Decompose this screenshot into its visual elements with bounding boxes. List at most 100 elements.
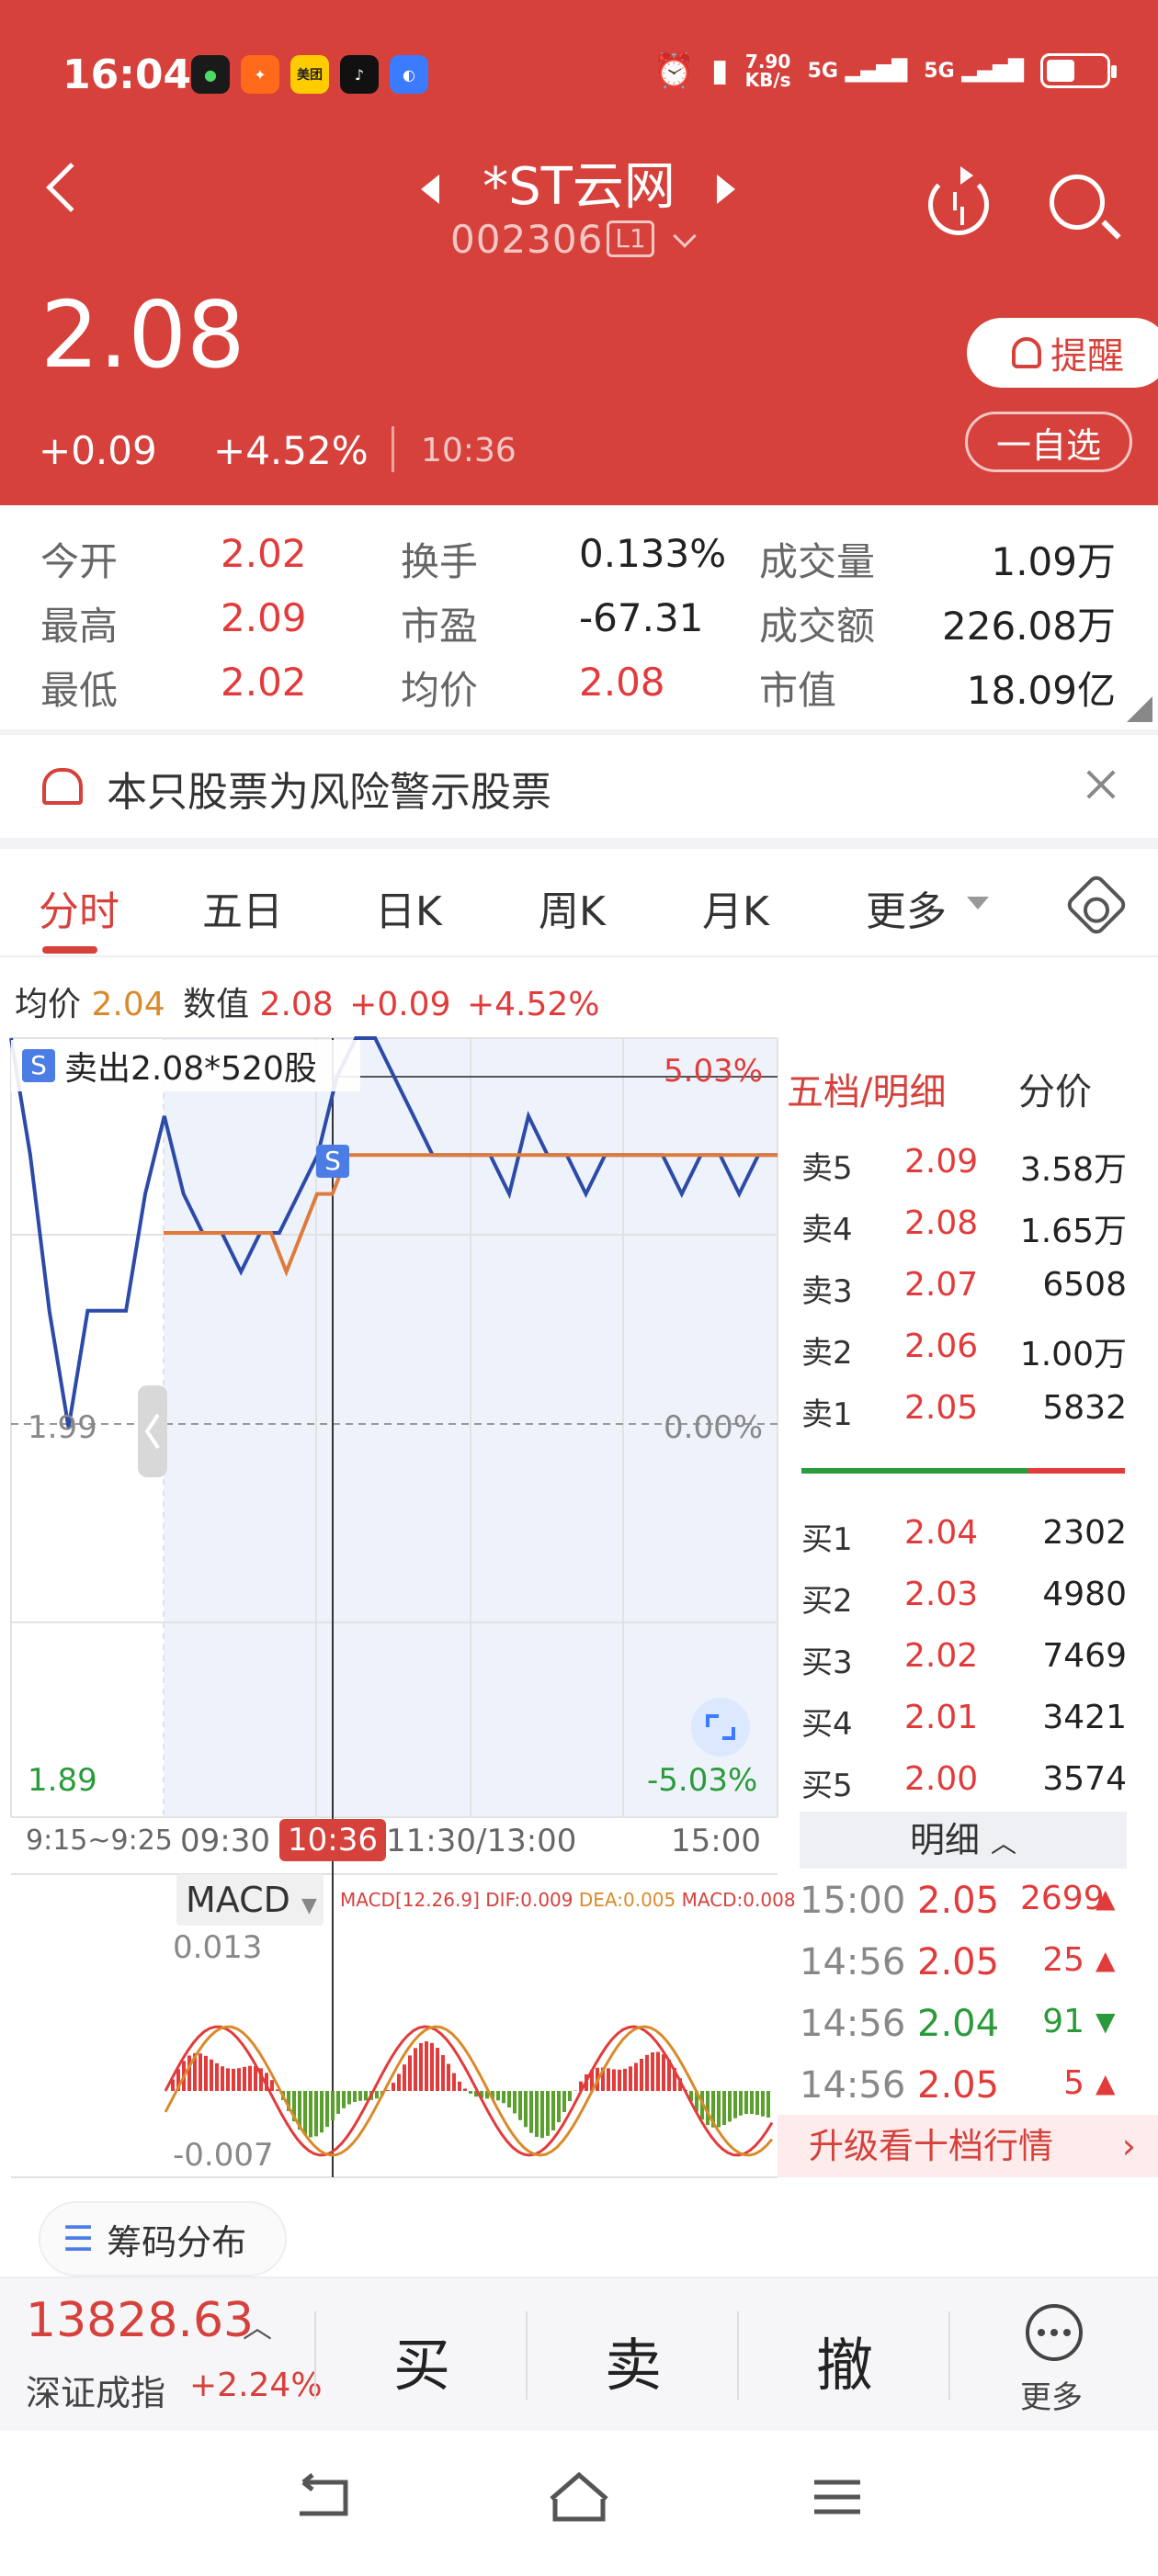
bid-row-volume: 3574	[943, 1760, 1127, 1798]
detail-label: 明细	[910, 1820, 980, 1860]
macd-bar	[430, 2043, 434, 2091]
macd-bar	[243, 2067, 246, 2091]
macd-bar	[270, 2080, 274, 2091]
more-icon[interactable]	[1026, 2304, 1083, 2361]
expand-corner-icon[interactable]	[1127, 696, 1152, 722]
tab-more[interactable]: 更多	[866, 878, 947, 937]
vibrate-icon: ▮	[711, 52, 729, 89]
nav-icons	[0, 2431, 1158, 2572]
macd-bar	[325, 2091, 329, 2127]
divider	[314, 2311, 316, 2400]
search-icon[interactable]	[1050, 175, 1105, 230]
menu-nav-icon[interactable]	[814, 2482, 860, 2512]
bid-row-label: 买4	[801, 1699, 853, 1744]
macd-bar	[215, 2063, 219, 2091]
bid-row-volume: 4980	[943, 1576, 1127, 1613]
detail-price: 2.04	[917, 2003, 999, 2045]
macd-chart	[165, 2027, 772, 2155]
ask-row-volume: 3.58万	[943, 1143, 1127, 1191]
detail-header[interactable]: 明细 ︿	[800, 1812, 1127, 1869]
macd-bar	[728, 2091, 732, 2121]
macd-bar	[535, 2091, 539, 2137]
tab-monthly-k[interactable]: 月K	[702, 878, 769, 937]
detail-volume: 91	[1020, 2003, 1084, 2040]
macd-bar	[392, 2083, 395, 2091]
x-tick: 15:00	[671, 1823, 761, 1859]
stat-label: 成交量	[759, 531, 875, 587]
dropdown-icon[interactable]	[967, 897, 989, 910]
index-value[interactable]: 13828.63	[26, 2293, 254, 2348]
macd-params-text: MACD[12.26.9]	[340, 1889, 480, 1911]
val-pct: +4.52%	[467, 986, 600, 1023]
tab-five-day[interactable]: 五日	[202, 878, 283, 937]
ask-row-volume: 1.65万	[943, 1204, 1127, 1252]
sell-point-marker[interactable]: S	[316, 1145, 349, 1178]
macd-bar	[358, 2091, 362, 2101]
more-label[interactable]: 更多	[1020, 2372, 1083, 2417]
macd-bar	[607, 2068, 610, 2091]
bid-row-volume: 3421	[943, 1699, 1127, 1736]
upgrade-text: 升级看十档行情	[809, 2126, 1053, 2166]
chevron-up-icon[interactable]: ︿	[243, 2304, 272, 2346]
back-nav-icon[interactable]	[300, 2475, 346, 2514]
macd-bar	[452, 2073, 456, 2091]
macd-selector[interactable]: MACD ▼	[176, 1874, 324, 1926]
buy-button[interactable]: 买	[393, 2319, 450, 2401]
chevron-up-icon: ︿	[991, 1828, 1016, 1859]
list-icon: ☰	[62, 2219, 94, 2259]
cancel-button[interactable]: 撤	[816, 2319, 873, 2401]
arrow-up-icon: ▲	[1096, 1883, 1116, 1914]
level-badge[interactable]: L1	[607, 220, 654, 257]
tab-intraday[interactable]: 分时	[39, 878, 119, 937]
stats-panel: 今开 2.02 换手 0.133% 成交量 1.09万 最高 2.09 市盈 -…	[0, 505, 1158, 729]
net-speed: 7.90KB/s	[745, 52, 791, 89]
x-cursor-time: 10:36	[279, 1819, 386, 1861]
detail-price: 2.05	[917, 1941, 999, 1983]
stat-value: 226.08万	[942, 595, 1116, 651]
fullscreen-button[interactable]	[691, 1698, 750, 1757]
collapse-handle[interactable]	[138, 1385, 167, 1477]
macd-bar	[314, 2091, 318, 2136]
chevron-right-icon: ›	[1122, 2115, 1136, 2177]
refresh-icon[interactable]	[928, 175, 989, 235]
stat-value: 18.09亿	[967, 660, 1116, 716]
close-icon[interactable]	[1083, 766, 1119, 803]
next-stock-icon[interactable]	[717, 175, 735, 204]
tab-orderbook[interactable]: 五档/明细	[787, 1062, 946, 1115]
macd-bar	[766, 2091, 770, 2118]
divider	[392, 426, 394, 472]
stat-label: 最低	[40, 660, 118, 716]
macd-bar	[232, 2069, 235, 2091]
chevron-down-icon[interactable]	[673, 224, 696, 247]
upgrade-banner[interactable]: 升级看十档行情 ›	[778, 2115, 1158, 2177]
home-nav-icon[interactable]	[551, 2475, 607, 2519]
macd-bar	[469, 2091, 472, 2094]
ask-row-label: 卖3	[801, 1266, 853, 1311]
avg-label: 均价	[15, 986, 81, 1023]
macd-bar	[623, 2069, 627, 2091]
chip-distribution-button[interactable]: ☰ 筹码分布	[39, 2201, 287, 2277]
macd-dif: DIF:0.009	[485, 1889, 573, 1911]
macd-top: 0.013	[173, 1929, 262, 1966]
stock-code: 002306	[450, 217, 603, 262]
macd-bar	[540, 2091, 544, 2138]
macd-bar	[640, 2059, 643, 2091]
remind-button[interactable]: 提醒	[967, 318, 1158, 388]
meituan-icon: 美团	[290, 55, 329, 94]
macd-bar	[375, 2091, 379, 2098]
y-right-bottom: -5.03%	[647, 1762, 757, 1799]
stat-value: 2.02	[221, 531, 307, 576]
divider	[948, 2311, 950, 2400]
macd-bar	[199, 2053, 202, 2091]
macd-bar	[733, 2091, 737, 2118]
tab-weekly-k[interactable]: 周K	[539, 878, 606, 937]
ask-row-label: 卖1	[801, 1389, 853, 1434]
status-time: 16:04	[62, 51, 191, 98]
macd-bar	[739, 2091, 743, 2116]
add-watchlist-button[interactable]: 一自选	[965, 412, 1132, 472]
tab-price-dist[interactable]: 分价	[1018, 1062, 1092, 1115]
tab-daily-k[interactable]: 日K	[375, 878, 442, 937]
sell-button[interactable]: 卖	[605, 2319, 662, 2401]
macd-bar	[618, 2070, 621, 2091]
macd-bar	[342, 2091, 346, 2108]
